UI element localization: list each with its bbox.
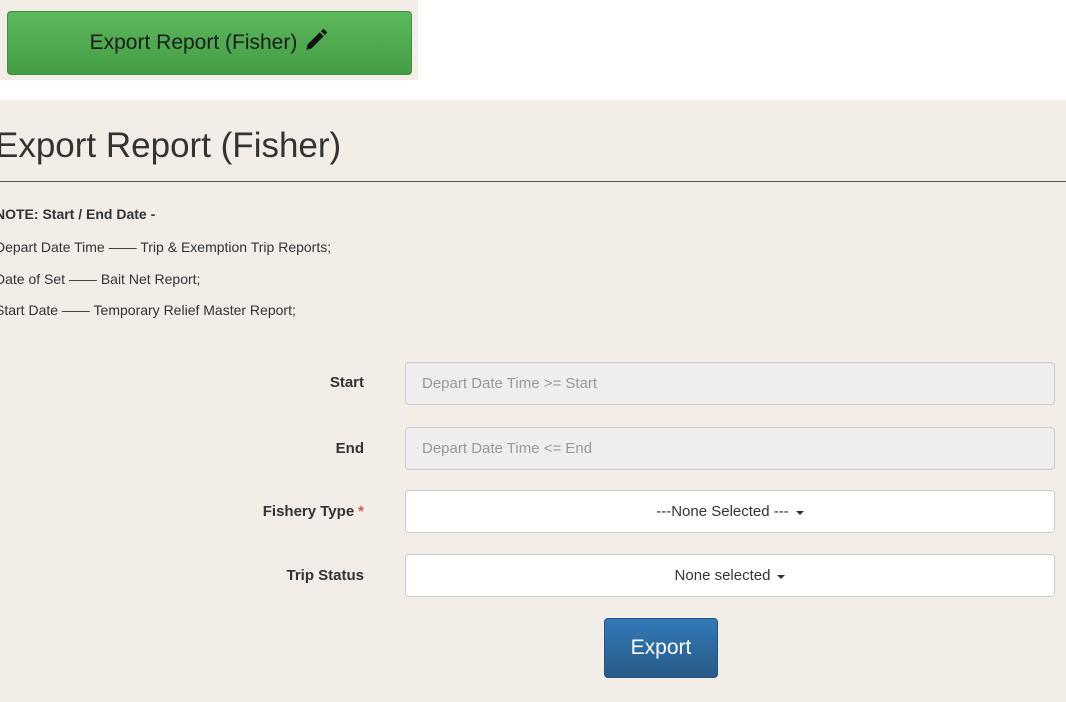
caret-down-icon xyxy=(777,574,786,579)
note-line-temporary-relief: Start Date —— Temporary Relief Master Re… xyxy=(0,302,296,318)
start-date-input[interactable] xyxy=(405,362,1055,405)
top-button-area: Export Report (Fisher) xyxy=(0,0,418,80)
pencil-icon xyxy=(303,27,329,59)
end-label: End xyxy=(335,440,364,457)
trip-status-label: Trip Status xyxy=(286,567,364,584)
fishery-type-selected-value: ---None Selected --- xyxy=(656,503,789,520)
start-label: Start xyxy=(329,374,364,391)
note-line-bait-net: Date of Set —— Bait Net Report; xyxy=(0,271,201,287)
page-title: Export Report (Fisher) xyxy=(0,126,342,165)
trip-status-selected-value: None selected xyxy=(674,567,771,584)
export-button[interactable]: Export xyxy=(604,618,718,678)
note-line-depart: Depart Date Time —— Trip & Exemption Tri… xyxy=(0,239,332,255)
end-date-input[interactable] xyxy=(405,427,1055,470)
required-marker: * xyxy=(358,503,364,520)
caret-down-icon xyxy=(795,510,804,515)
fishery-type-label: Fishery Type * xyxy=(263,503,364,520)
export-report-fisher-button-label: Export Report (Fisher) xyxy=(89,31,298,54)
note-heading: NOTE: Start / End Date - xyxy=(0,206,156,222)
fishery-type-select[interactable]: ---None Selected --- xyxy=(405,490,1055,533)
title-divider xyxy=(0,181,1066,182)
trip-status-select[interactable]: None selected xyxy=(405,554,1055,597)
export-report-fisher-button[interactable]: Export Report (Fisher) xyxy=(7,11,412,75)
fishery-type-label-text: Fishery Type xyxy=(262,503,355,520)
